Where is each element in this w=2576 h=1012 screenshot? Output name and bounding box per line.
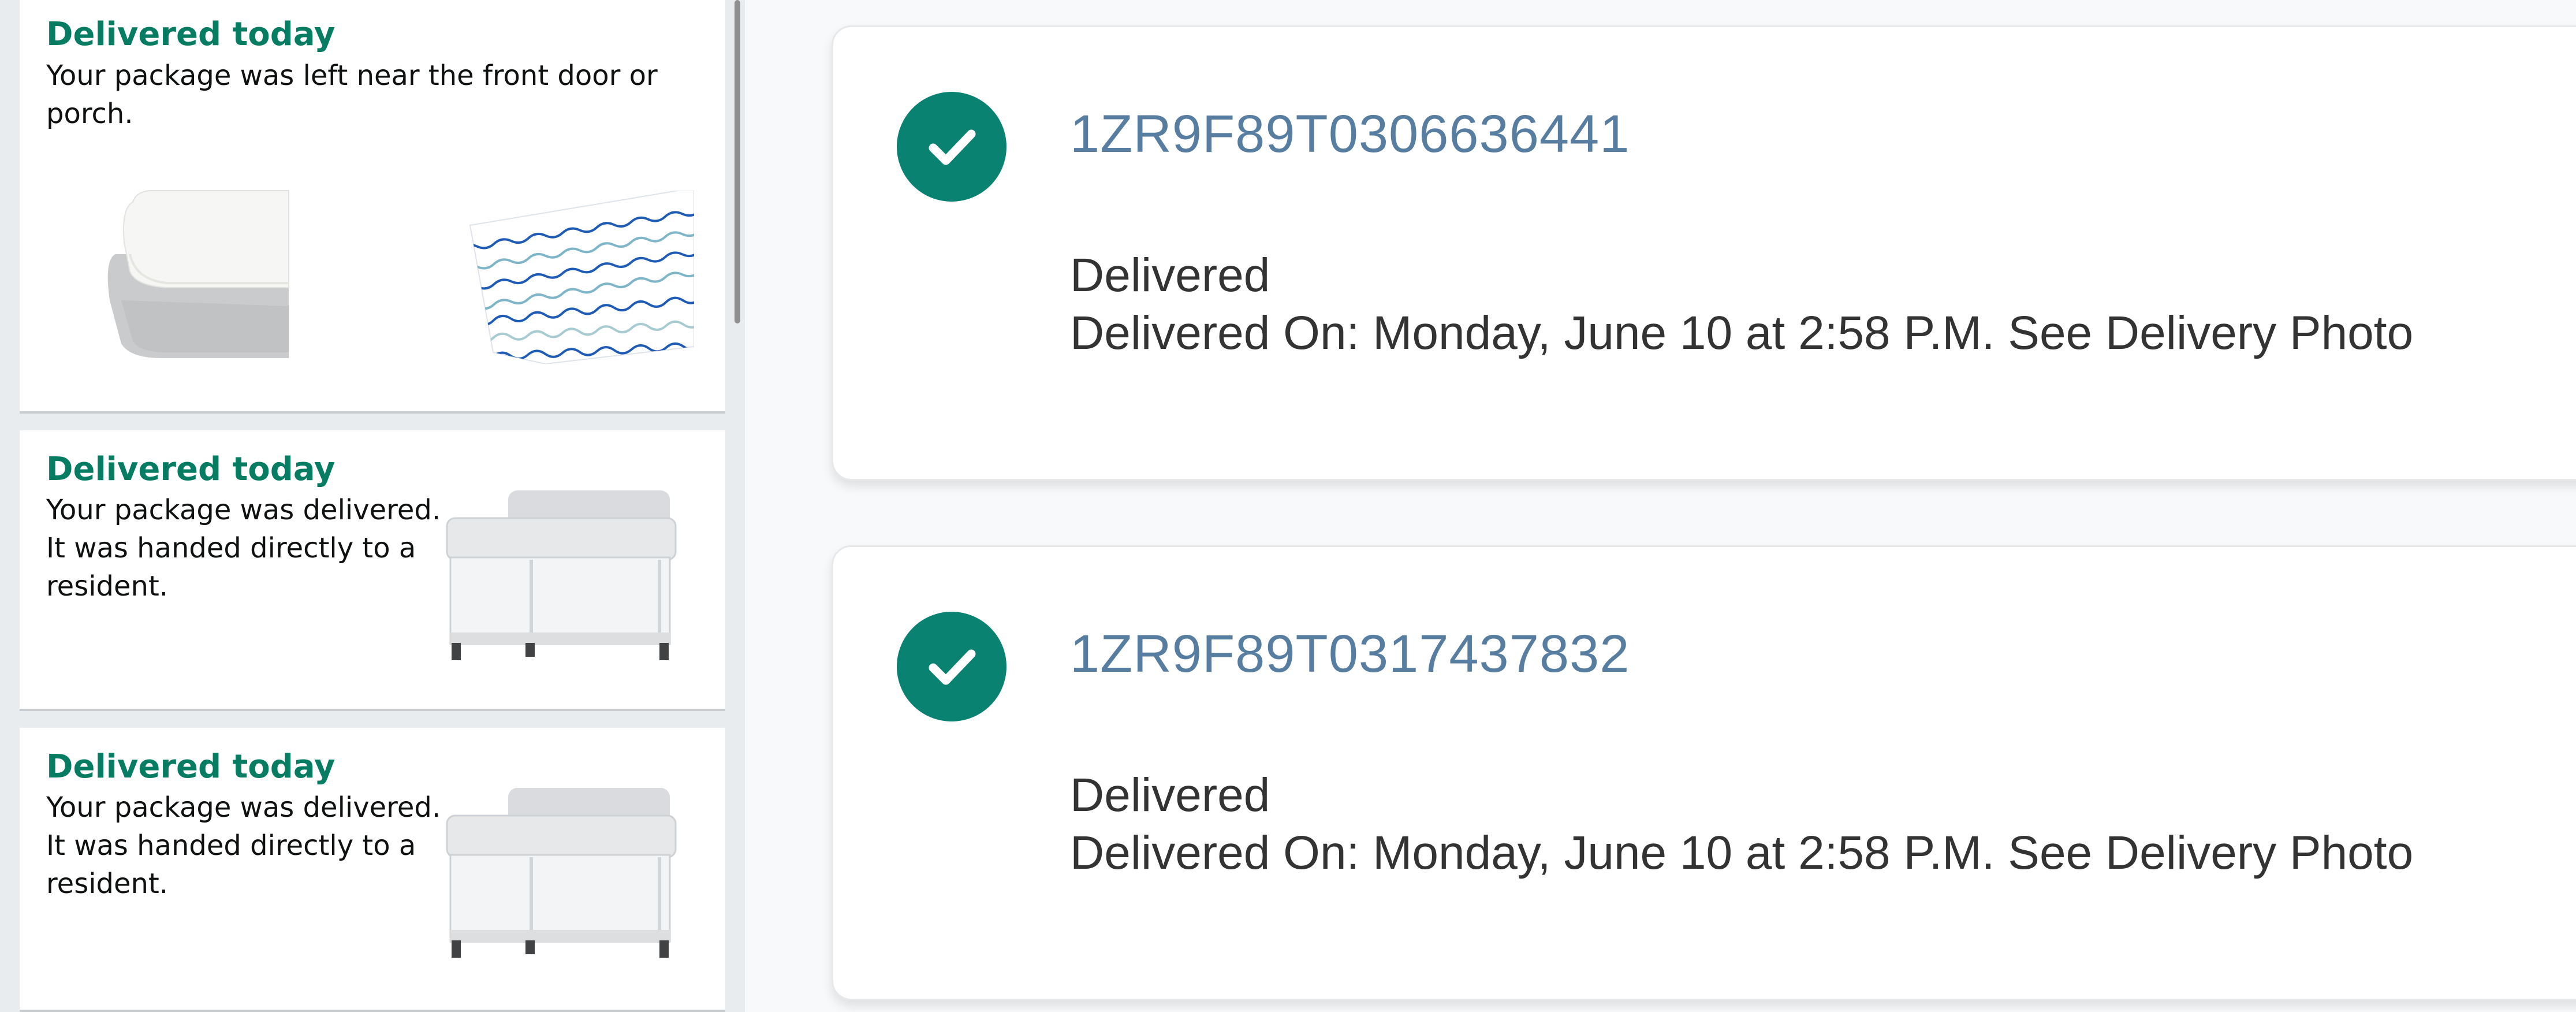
delivered-on-text: Delivered On: Monday, June 10 at 2:58 P.… [1070,307,1995,359]
delivery-description: Your package was delivered. It was hande… [46,791,441,900]
see-delivery-photo-link[interactable]: See Delivery Photo [2008,827,2413,879]
delivered-on-line: Delivered On: Monday, June 10 at 2:58 P.… [1070,304,2413,362]
tracking-status: Delivered [1070,249,1270,302]
check-circle-icon [897,612,1006,721]
delivery-status: Delivered today [46,451,335,488]
tracking-card[interactable]: 1ZR9F89T0306636441 Delivered Delivered O… [832,25,2576,481]
tracking-card[interactable]: 1ZR9F89T0317437832 Delivered Delivered O… [832,545,2576,1000]
orders-list: Delivered today Your package was left ne… [0,0,745,1012]
order-card[interactable]: Delivered today Your package was left ne… [20,0,725,414]
tracking-number[interactable]: 1ZR9F89T0317437832 [1070,622,1630,686]
order-card[interactable]: Delivered today Your package was deliver… [20,430,725,711]
delivery-status: Delivered today [46,748,335,786]
scrollbar-thumb[interactable] [735,0,740,323]
delivery-status: Delivered today [46,16,335,53]
tracking-panel: 1ZR9F89T0306636441 Delivered Delivered O… [745,0,2576,1012]
product-image-crib[interactable] [445,488,681,661]
delivery-description: Your package was left near the front doo… [46,59,658,130]
see-delivery-photo-link[interactable]: See Delivery Photo [2008,307,2413,359]
check-circle-icon [897,92,1006,202]
tracking-number[interactable]: 1ZR9F89T0306636441 [1070,102,1630,166]
product-image-crib-sheets[interactable] [98,185,318,364]
delivered-on-text: Delivered On: Monday, June 10 at 2:58 P.… [1070,827,1995,879]
product-image-crib[interactable] [445,786,681,959]
tracking-status: Delivered [1070,769,1270,821]
order-card[interactable]: Delivered today Your package was deliver… [20,728,725,1012]
delivery-description: Your package was delivered. It was hande… [46,494,441,602]
product-image-wave-sheet[interactable] [458,191,694,364]
delivered-on-line: Delivered On: Monday, June 10 at 2:58 P.… [1070,824,2413,882]
